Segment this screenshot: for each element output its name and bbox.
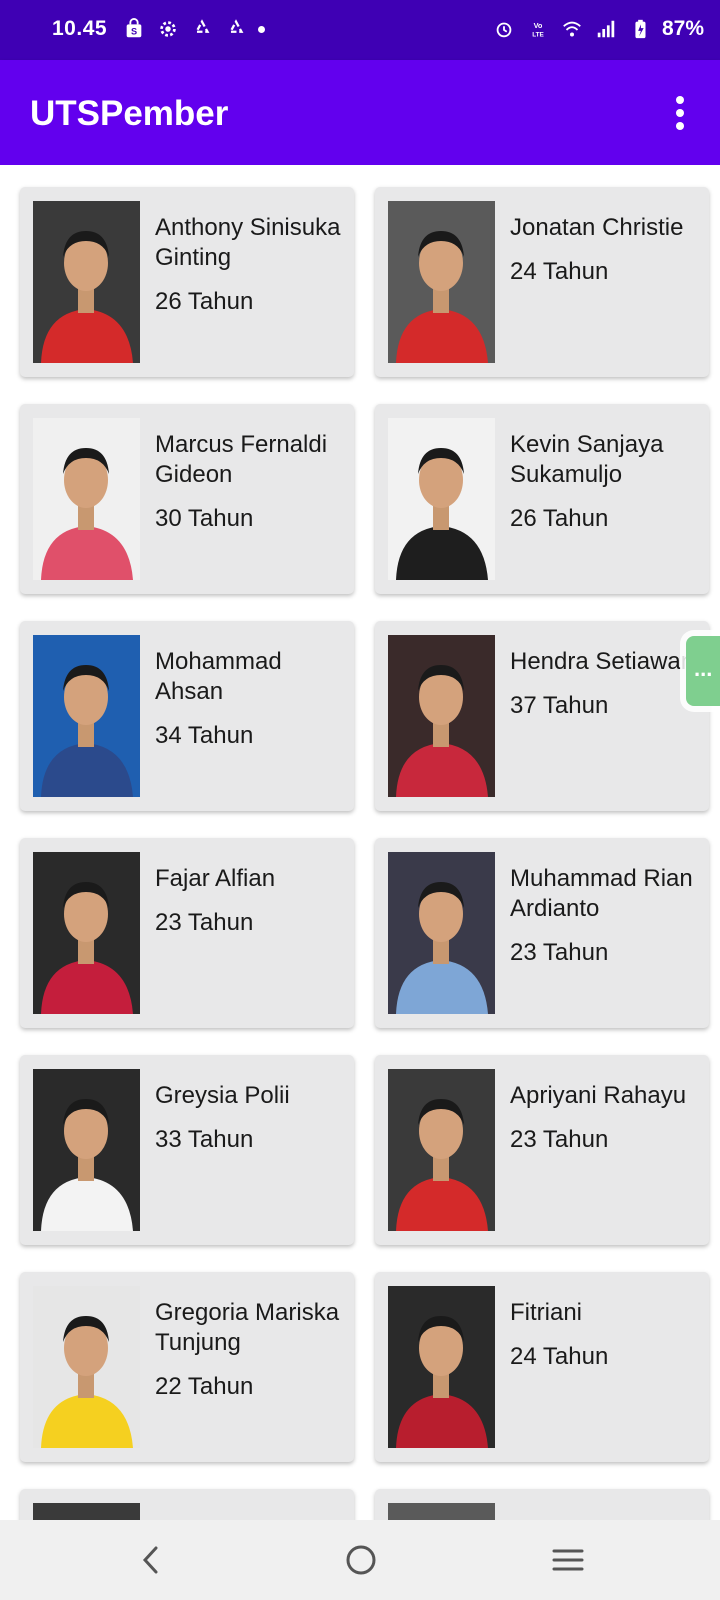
athlete-card[interactable]: Fitriani 24 Tahun [375,1272,709,1462]
athlete-card[interactable] [20,1489,354,1520]
athlete-card[interactable]: Marcus Fernaldi Gideon 30 Tahun [20,404,354,594]
dot-icon [258,25,265,33]
athlete-photo [33,635,140,797]
athlete-card[interactable]: Jonatan Christie 24 Tahun [375,187,709,377]
athlete-card[interactable]: Hendra Setiawan 37 Tahun [375,621,709,811]
status-time: 10.45 [52,17,108,40]
athlete-photo [388,1069,495,1231]
athlete-age: 22 Tahun [155,1373,254,1400]
settings-icon [156,17,180,41]
status-bar: 10.45 S Vo LTE 87% [0,0,720,60]
athlete-photo [33,1503,140,1520]
athlete-photo [33,418,140,580]
svg-text:LTE: LTE [532,31,544,38]
athlete-photo [33,201,140,363]
floating-bubble-label: ... [694,656,713,681]
athlete-age: 26 Tahun [510,505,609,532]
athlete-name: Hendra Setiawan [510,648,695,675]
athlete-card[interactable]: Greysia Polii 33 Tahun [20,1055,354,1245]
athlete-card[interactable]: Gregoria Mariska Tunjung 22 Tahun [20,1272,354,1462]
athlete-age: 30 Tahun [155,505,254,532]
athlete-card[interactable]: Kevin Sanjaya Sukamuljo 26 Tahun [375,404,709,594]
athlete-name: Jonatan Christie [510,214,684,241]
battery-percent: 87% [661,17,704,40]
athlete-age: 33 Tahun [155,1126,254,1153]
athlete-age: 34 Tahun [155,722,254,749]
athlete-age: 26 Tahun [155,288,254,315]
athlete-age: 37 Tahun [510,692,609,719]
athlete-age: 24 Tahun [510,1343,609,1370]
floating-bubble[interactable]: ... [686,636,720,706]
athlete-card[interactable]: Apriyani Rahayu 23 Tahun [375,1055,709,1245]
navigation-bar [0,1520,720,1600]
athlete-card[interactable]: Muhammad Rian Ardianto 23 Tahun [375,838,709,1028]
recycle-icon [224,17,248,41]
back-icon[interactable] [130,1538,174,1582]
athlete-list[interactable]: Anthony Sinisuka Ginting 26 Tahun Jonatan … [0,165,720,1520]
recents-icon[interactable] [546,1538,590,1582]
shop-icon: S [122,17,146,41]
athlete-photo [388,201,495,363]
alarm-icon [492,17,516,41]
more-vert-icon[interactable] [674,96,686,130]
athlete-name: Greysia Polii [155,1082,290,1109]
athlete-name: Anthony Sinisuka Ginting [155,214,341,271]
athlete-age: 23 Tahun [510,939,609,966]
athlete-name: Marcus Fernaldi Gideon [155,431,328,488]
athlete-card[interactable]: Mohammad Ahsan 34 Tahun [20,621,354,811]
athlete-name: Kevin Sanjaya Sukamuljo [510,431,664,488]
app-title: UTSPember [30,94,229,133]
notification-icons: S [122,17,265,41]
athlete-photo [388,635,495,797]
battery-icon [628,17,652,41]
athlete-age: 23 Tahun [155,909,254,936]
athlete-age: 24 Tahun [510,258,609,285]
recycle-icon [190,17,214,41]
athlete-name: Fajar Alfian [155,865,276,892]
wifi-icon [560,17,584,41]
athlete-card[interactable]: Fajar Alfian 23 Tahun [20,838,354,1028]
home-icon[interactable] [339,1538,383,1582]
athlete-photo [33,1069,140,1231]
athlete-age: 23 Tahun [510,1126,609,1153]
athlete-card[interactable]: Anthony Sinisuka Ginting 26 Tahun [20,187,354,377]
athlete-photo [388,852,495,1014]
app-bar: UTSPember [0,60,720,165]
signal-icon [594,17,618,41]
athlete-photo [388,1286,495,1448]
athlete-name: Fitriani [510,1299,583,1326]
athlete-photo [33,1286,140,1448]
athlete-photo [33,852,140,1014]
athlete-name: Muhammad Rian Ardianto [510,865,693,922]
volte-icon: Vo LTE [526,17,550,41]
svg-text:Vo: Vo [534,21,543,30]
athlete-photo [388,1503,495,1520]
system-icons: Vo LTE [492,17,652,41]
athlete-name: Mohammad Ahsan [155,648,282,705]
athlete-name: Apriyani Rahayu [510,1082,687,1109]
athlete-photo [388,418,495,580]
athlete-name: Gregoria Mariska Tunjung [155,1299,340,1356]
svg-text:S: S [131,27,137,37]
athlete-card[interactable] [375,1489,709,1520]
